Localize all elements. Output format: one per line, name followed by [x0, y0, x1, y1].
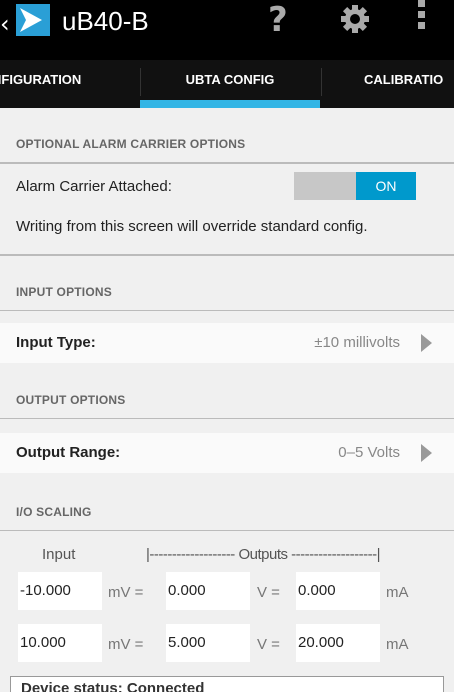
section-divider: [0, 254, 454, 256]
unit-mv: mV =: [108, 636, 144, 653]
section-header-input: INPUT OPTIONS: [16, 285, 112, 299]
chevron-right-icon: [421, 334, 432, 352]
toggle-on-label: ON: [356, 172, 416, 200]
input-min-field[interactable]: -10.000: [18, 572, 102, 610]
section-divider: [0, 162, 454, 164]
question-icon[interactable]: ?: [268, 0, 288, 40]
tab-calibration[interactable]: CALIBRATIO: [322, 60, 454, 108]
alarm-carrier-label: Alarm Carrier Attached:: [16, 178, 172, 195]
output-range-label: Output Range:: [16, 444, 121, 461]
device-status-bar: Device status: Connected: [10, 676, 444, 692]
tab-configuration[interactable]: NFIGURATION: [0, 60, 140, 108]
unit-mv: mV =: [108, 584, 144, 601]
section-header-alarm: OPTIONAL ALARM CARRIER OPTIONS: [16, 137, 246, 151]
volts-max-field[interactable]: 5.000: [166, 624, 250, 662]
unit-v: V =: [257, 584, 280, 601]
chevron-right-icon: [421, 444, 432, 462]
chevron-left-icon[interactable]: ‹: [0, 10, 14, 38]
input-type-selector[interactable]: Input Type: ±10 millivolts: [0, 323, 454, 363]
input-type-label: Input Type:: [16, 334, 96, 351]
section-header-output: OUTPUT OPTIONS: [16, 393, 126, 407]
app-title: uB40-B: [62, 6, 149, 36]
output-range-selector[interactable]: Output Range: 0–5 Volts: [0, 433, 454, 473]
device-status-text: Device status: Connected: [21, 680, 205, 692]
alarm-carrier-toggle[interactable]: ON: [294, 172, 416, 200]
section-divider: [0, 418, 454, 419]
section-header-scaling: I/O SCALING: [16, 505, 92, 519]
tab-label: NFIGURATION: [0, 72, 82, 87]
app-logo-icon[interactable]: [14, 2, 52, 38]
section-divider: [0, 530, 454, 531]
gear-icon[interactable]: [340, 4, 370, 34]
output-range-value: 0–5 Volts: [338, 444, 400, 461]
unit-ma: mA: [386, 584, 409, 601]
input-column-header: Input: [42, 546, 76, 563]
ma-max-field[interactable]: 20.000: [296, 624, 380, 662]
unit-ma: mA: [386, 636, 409, 653]
section-divider: [0, 310, 454, 311]
overflow-menu-icon[interactable]: [418, 0, 426, 40]
input-max-field[interactable]: 10.000: [18, 624, 102, 662]
override-note: Writing from this screen will override s…: [16, 218, 368, 235]
volts-min-field[interactable]: 0.000: [166, 572, 250, 610]
outputs-column-header: |------------------- Outputs -----------…: [146, 546, 380, 563]
ma-min-field[interactable]: 0.000: [296, 572, 380, 610]
input-type-value: ±10 millivolts: [314, 334, 400, 351]
action-bar: ‹ uB40-B ?: [0, 0, 454, 60]
selected-tab-indicator: [140, 100, 320, 108]
unit-v: V =: [257, 636, 280, 653]
